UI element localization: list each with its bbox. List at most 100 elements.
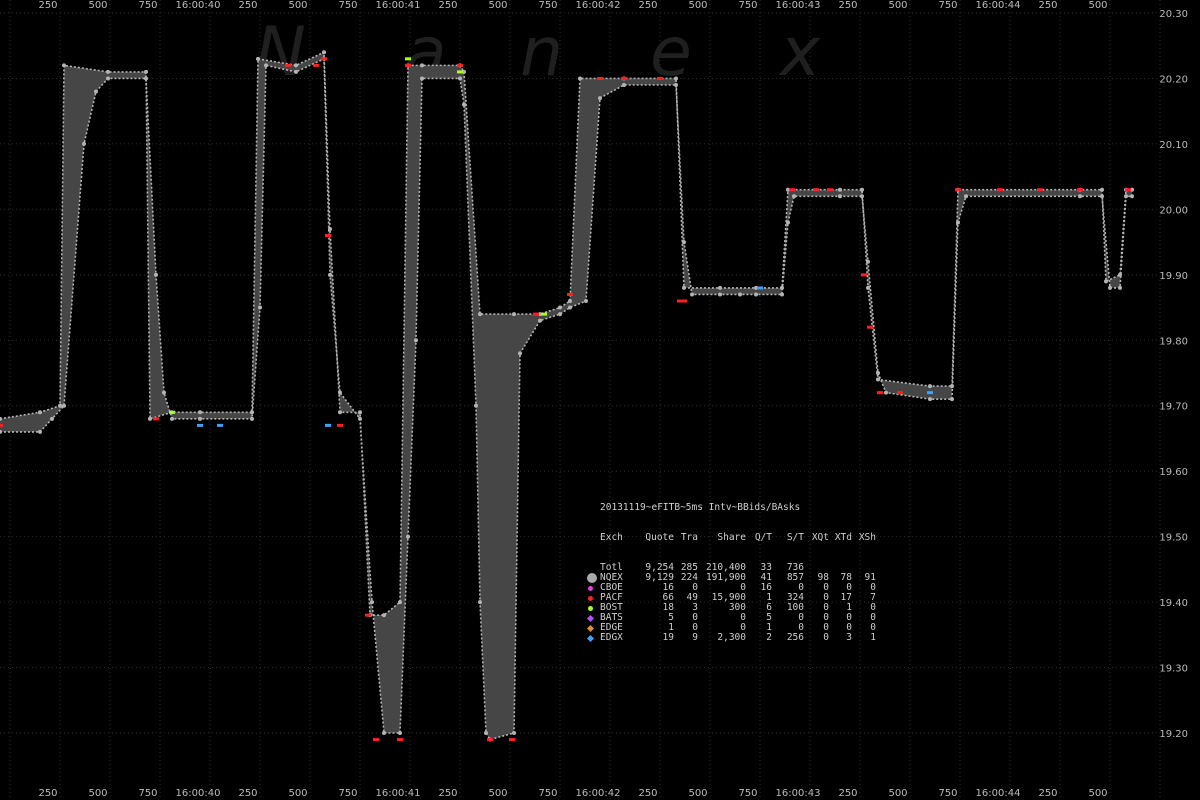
- trade-marker-bost: [457, 70, 463, 74]
- quote-point: [718, 292, 722, 297]
- stats-cell: 191,900: [705, 572, 746, 583]
- y-tick-label: 19.50: [1159, 533, 1188, 544]
- quote-point: [884, 390, 888, 395]
- stats-header-cell: Quote: [645, 532, 674, 543]
- x-tick-label-bottom: 500: [1088, 788, 1107, 799]
- trade-marker-pacf: [657, 76, 663, 80]
- quote-point: [876, 377, 880, 382]
- quote-point: [838, 194, 842, 199]
- trade-marker-pacf: [487, 738, 493, 742]
- quote-point: [950, 384, 954, 389]
- quote-point: [106, 69, 110, 74]
- x-tick-label-top: 16:00:42: [576, 0, 621, 11]
- y-tick-label: 19.80: [1159, 336, 1188, 347]
- stats-header-cell: Share: [717, 532, 746, 543]
- trade-marker-pacf: [621, 76, 627, 80]
- quote-point: [94, 89, 98, 94]
- quote-point: [322, 50, 326, 55]
- stats-cell: 256: [786, 632, 804, 643]
- x-tick-label-bottom: 250: [638, 788, 657, 799]
- y-tick-label: 20.10: [1159, 140, 1188, 151]
- quote-point: [718, 285, 722, 290]
- x-tick-label-bottom: 750: [138, 788, 157, 799]
- quote-point: [198, 416, 202, 421]
- x-tick-label-top: 750: [738, 0, 757, 11]
- quote-point: [860, 187, 864, 192]
- quote-point: [568, 305, 572, 310]
- quote-point: [568, 299, 572, 303]
- stats-cell: 0: [740, 612, 746, 623]
- quote-point: [154, 272, 158, 277]
- quote-point: [754, 292, 758, 297]
- quote-point: [264, 63, 268, 68]
- quote-point: [1118, 285, 1122, 290]
- trade-marker-bost: [169, 410, 175, 414]
- trade-marker-pacf: [1037, 188, 1043, 192]
- quote-point: [780, 292, 784, 297]
- x-tick-label-top: 250: [838, 0, 857, 11]
- exchange-marker: [588, 603, 600, 613]
- x-tick-label-top: 500: [1088, 0, 1107, 11]
- x-tick-label-bottom: 750: [938, 788, 957, 799]
- quote-point: [420, 76, 424, 81]
- quote-point: [674, 76, 678, 81]
- trade-markers: [0, 57, 1131, 742]
- quote-point: [538, 318, 542, 323]
- x-tick-label-bottom: 16:00:42: [576, 788, 621, 799]
- trade-marker-edgx: [757, 286, 763, 290]
- quote-point: [382, 731, 386, 735]
- quote-point: [382, 613, 386, 618]
- trade-marker-pacf: [827, 188, 833, 192]
- price-chart: N a n e x 250 500 750 16:00:40 250 500 750 16:0…: [0, 0, 1188, 800]
- stats-header-cell: Q/T: [754, 532, 772, 543]
- stats-cell: 3: [846, 632, 852, 643]
- quote-point: [1104, 279, 1108, 284]
- x-tick-label-top: 250: [238, 0, 257, 11]
- quote-point: [558, 305, 562, 310]
- quote-point: [170, 416, 174, 421]
- x-tick-label-bottom: 500: [88, 788, 107, 799]
- quote-point: [690, 292, 694, 297]
- x-tick-label-bottom: 250: [1038, 788, 1057, 799]
- x-tick-label-top: 750: [538, 0, 557, 11]
- trade-marker-pacf: [813, 188, 819, 192]
- y-tick-label: 20.20: [1159, 74, 1188, 85]
- trade-marker-pacf: [285, 63, 291, 67]
- exchange-marker: [586, 623, 600, 633]
- series-line-basks: [0, 51, 1132, 616]
- x-tick-label-top: 750: [338, 0, 357, 11]
- stats-title: 20131119~eFITB~5ms Intv~BBids/BAsks: [600, 502, 801, 513]
- y-tick-label: 19.90: [1159, 271, 1188, 282]
- y-tick-label: 19.20: [1159, 729, 1188, 740]
- quote-point: [866, 285, 870, 290]
- quote-point: [964, 194, 968, 199]
- y-tick-label: 20.30: [1159, 9, 1188, 20]
- quote-point: [738, 292, 742, 297]
- trade-marker-edgx: [325, 423, 331, 427]
- quote-point: [328, 272, 332, 277]
- quote-point: [294, 63, 298, 68]
- exchange-marker: [588, 583, 600, 593]
- trade-marker-pacf: [313, 63, 319, 67]
- y-tick-label: 19.30: [1159, 664, 1188, 675]
- x-tick-label-top: 16:00:44: [976, 0, 1021, 11]
- stats-header-cell: S/T: [786, 532, 804, 543]
- quote-point: [406, 534, 410, 539]
- quote-point: [338, 410, 342, 415]
- quote-point: [578, 76, 582, 81]
- quote-point: [598, 96, 602, 101]
- stats-header-cell: XTd: [834, 532, 852, 543]
- quote-point: [1118, 272, 1122, 277]
- quote-point: [358, 410, 362, 415]
- quote-point: [38, 410, 42, 415]
- quote-point: [250, 416, 254, 421]
- y-tick-label: 19.40: [1159, 598, 1188, 609]
- x-tick-label-top: 750: [138, 0, 157, 11]
- quote-point: [162, 390, 166, 395]
- series-line-bbids: [0, 57, 1132, 741]
- trade-marker-pacf: [397, 738, 403, 742]
- quote-point: [1100, 187, 1104, 192]
- stats-row: BOST 18 3 300 6 100 0 1 0: [588, 603, 876, 613]
- trade-marker-pacf: [325, 234, 331, 238]
- x-tick-label-bottom: 250: [238, 788, 257, 799]
